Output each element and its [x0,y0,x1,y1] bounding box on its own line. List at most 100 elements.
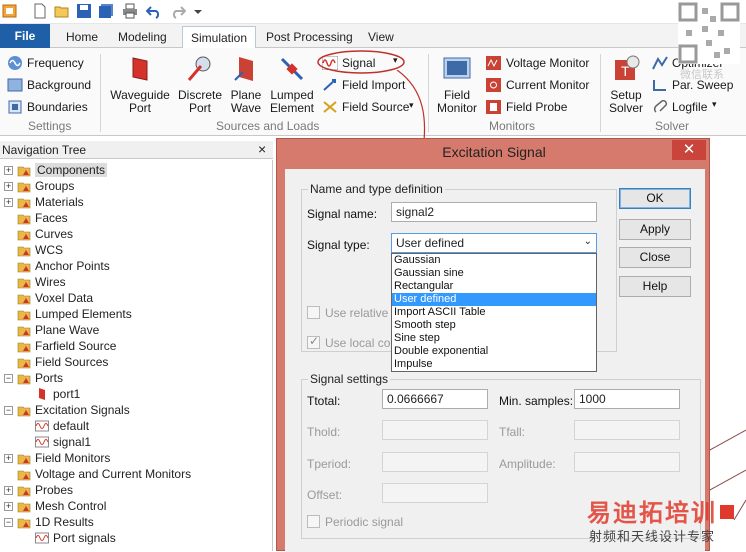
setup-solver-button[interactable]: T Setup Solver [606,54,646,115]
optimizer-icon [652,56,668,70]
tree-expander-icon[interactable]: + [4,181,13,191]
logfile-button[interactable]: Logfile [672,100,707,114]
save-icon[interactable] [76,3,92,19]
tab-view[interactable]: View [360,26,402,48]
lumped-element-button[interactable]: Lumped Element [268,54,316,115]
logfile-dropdown-arrow[interactable]: ▾ [712,99,717,110]
navigation-tree-title: Navigation Tree [2,143,87,157]
amplitude-input[interactable] [574,452,680,472]
background-button[interactable]: Background [27,78,91,92]
tree-item[interactable]: − 1D Results [4,514,94,530]
tree-expander-icon[interactable]: − [4,373,13,383]
plane-wave-button[interactable]: Plane Wave [228,54,264,115]
signal-type-option[interactable]: Smooth step [392,319,596,332]
signal-type-option[interactable]: User defined [392,293,596,306]
offset-input[interactable] [382,483,488,503]
tab-file[interactable]: File [0,24,50,48]
folder-icon [17,406,31,417]
tree-item[interactable]: Wires [4,274,66,290]
tab-post-processing[interactable]: Post Processing [258,26,361,48]
tree-item[interactable]: Port signals [22,530,116,546]
tree-item[interactable]: − Excitation Signals [4,402,130,418]
tree-item[interactable]: + Materials [4,194,84,210]
tree-item[interactable]: Faces [4,210,68,226]
tree-item[interactable]: port1 [22,386,80,402]
print-icon[interactable] [122,3,138,19]
tree-item[interactable]: WCS [4,242,63,258]
lumped-element-label-2: Element [269,101,315,115]
tab-home[interactable]: Home [58,26,106,48]
customize-toolbar-icon[interactable] [190,3,206,19]
folder-icon [17,230,31,241]
tree-item[interactable]: default [22,418,89,434]
tab-simulation[interactable]: Simulation [182,26,257,48]
plane-wave-label-2: Wave [230,101,262,115]
tree-item[interactable]: + Components [4,162,108,178]
app-icon[interactable] [2,3,18,19]
redo-icon[interactable] [170,3,186,19]
discrete-port-button[interactable]: Discrete Port [176,54,224,115]
boundaries-button[interactable]: Boundaries [27,100,88,114]
waveguide-port-button[interactable]: Waveguide Port [108,54,172,115]
signal-name-input[interactable]: signal2 [391,202,597,222]
field-probe-button[interactable]: Field Probe [506,100,567,114]
viewport-fragment [710,429,746,521]
signal-type-option[interactable]: Sine step [392,332,596,345]
tfall-input[interactable] [574,420,680,440]
tree-item[interactable]: Curves [4,226,73,242]
thold-input[interactable] [382,420,488,440]
tperiod-input[interactable] [382,452,488,472]
signal-type-option[interactable]: Impulse [392,358,596,371]
tree-expander-icon[interactable]: − [4,405,13,415]
tree-item[interactable]: − Ports [4,370,63,386]
tree-item[interactable]: signal1 [22,434,91,450]
tree-item[interactable]: + Probes [4,482,73,498]
field-monitor-button[interactable]: Field Monitor [434,54,480,115]
help-button[interactable]: Help [619,276,691,297]
close-button[interactable]: Close [619,247,691,268]
use-local-copy-checkbox[interactable]: ✓ [307,334,320,349]
tree-item[interactable]: Anchor Points [4,258,110,274]
tree-expander-icon[interactable]: + [4,485,13,495]
tree-item[interactable]: + Groups [4,178,74,194]
waveguide-port-icon [132,57,148,81]
min-samples-input[interactable]: 1000 [574,389,680,409]
navigation-close-button[interactable]: × [258,141,266,157]
signal-type-option[interactable]: Gaussian sine [392,267,596,280]
dialog-close-button[interactable]: ✕ [672,140,706,160]
save-all-icon[interactable] [98,3,114,19]
qr-caption: 微信联系 [680,69,724,81]
signal-type-option[interactable]: Rectangular [392,280,596,293]
tree-item[interactable]: + Mesh Control [4,498,106,514]
tree-item[interactable]: Farfield Source [4,338,116,354]
signal-type-option[interactable]: Gaussian [392,254,596,267]
signal-name-label: Signal name: [307,207,378,221]
ttotal-input[interactable]: 0.0666667 [382,389,488,409]
periodic-signal-checkbox[interactable] [307,515,320,528]
new-file-icon[interactable] [32,3,48,19]
tree-item[interactable]: Field Sources [4,354,108,370]
current-monitor-button[interactable]: Current Monitor [506,78,589,92]
tree-item[interactable]: Voltage and Current Monitors [4,466,191,482]
undo-icon[interactable] [146,3,162,19]
signal-type-option[interactable]: Import ASCII Table [392,306,596,319]
signal-type-select[interactable]: User defined ⌄ [391,233,597,253]
tree-expander-icon[interactable]: − [4,517,13,527]
ok-button[interactable]: OK [619,188,691,209]
tree-expander-icon[interactable]: + [4,501,13,511]
open-folder-icon[interactable] [54,3,70,19]
tree-expander-icon[interactable]: + [4,165,13,175]
tree-expander-icon[interactable]: + [4,453,13,463]
voltage-monitor-button[interactable]: Voltage Monitor [506,56,589,70]
apply-button[interactable]: Apply [619,219,691,240]
tree-item[interactable]: Lumped Elements [4,306,132,322]
tree-item[interactable]: + Field Monitors [4,450,110,466]
tree-expander-icon[interactable]: + [4,197,13,207]
tree-item[interactable]: Voxel Data [4,290,93,306]
tree-item[interactable]: Plane Wave [4,322,99,338]
discrete-port-icon [187,56,211,81]
use-relative-checkbox[interactable] [307,306,320,319]
signal-type-option[interactable]: Double exponential [392,345,596,358]
tab-modeling[interactable]: Modeling [110,26,175,48]
frequency-button[interactable]: Frequency [27,56,84,70]
